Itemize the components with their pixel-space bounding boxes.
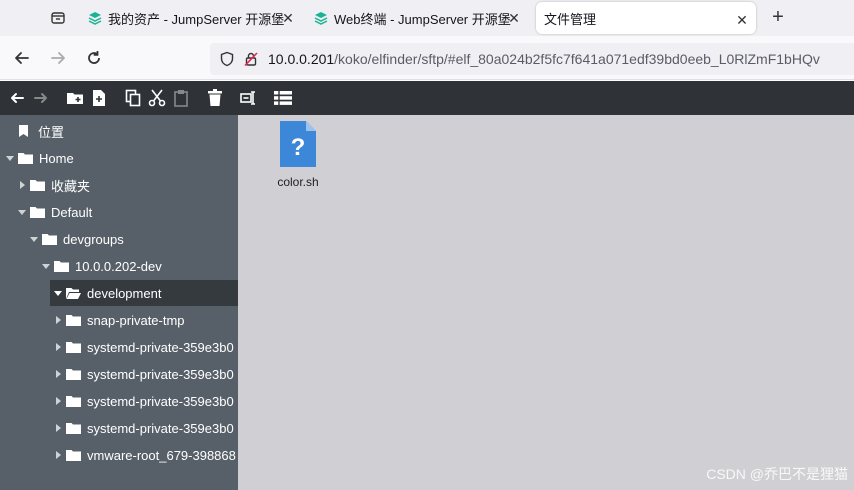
chevron-down-icon[interactable] — [30, 235, 38, 243]
tree-item-label: devgroups — [63, 231, 124, 247]
folder-icon — [66, 315, 81, 326]
open-folder-icon — [66, 288, 81, 299]
tree-item-label: systemd-private-359e3b0 — [87, 420, 234, 436]
tab-web-terminal[interactable]: Web终端 - JumpServer 开源堡 ✕ — [314, 0, 528, 36]
chevron-down-icon[interactable] — [54, 289, 62, 297]
folder-icon — [18, 153, 33, 164]
forward-icon[interactable] — [32, 89, 50, 107]
arrow-right-icon — [51, 52, 65, 64]
navigation-bar: 10.0.0.201/koko/elfinder/sftp/#elf_80a02… — [0, 36, 854, 80]
folder-icon — [66, 396, 81, 407]
url-bar[interactable]: 10.0.0.201/koko/elfinder/sftp/#elf_80a02… — [210, 43, 854, 75]
cut-icon[interactable] — [148, 89, 166, 107]
tree-item-default[interactable]: Default — [0, 199, 238, 225]
new-file-icon[interactable] — [90, 89, 108, 107]
tab-my-assets[interactable]: 我的资产 - JumpServer 开源堡 ✕ — [88, 0, 302, 36]
tree-item-systemd-private[interactable]: systemd-private-359e3b0 — [0, 415, 238, 441]
copy-icon[interactable] — [124, 89, 142, 107]
folder-icon — [66, 369, 81, 380]
sidebar-tree: 位置 Home 收藏夹 Default devgroups 10.0.0.202… — [0, 115, 238, 490]
trash-icon[interactable] — [206, 89, 224, 107]
url-text: 10.0.0.201/koko/elfinder/sftp/#elf_80a02… — [268, 51, 820, 67]
file-item[interactable]: ? color.sh — [268, 119, 328, 199]
chevron-down-icon[interactable] — [18, 208, 26, 216]
tree-item-label: 10.0.0.202-dev — [75, 258, 162, 274]
back-icon[interactable] — [8, 89, 26, 107]
chevron-right-icon[interactable] — [54, 316, 62, 324]
tree-item-snap-private-tmp[interactable]: snap-private-tmp — [0, 307, 238, 333]
tree-item-label: vmware-root_679-398868 — [87, 447, 236, 463]
tree-item-label: systemd-private-359e3b0 — [87, 393, 234, 409]
tab-file-manager[interactable]: 文件管理 ✕ — [536, 2, 756, 34]
new-tab-button[interactable]: + — [766, 6, 790, 30]
chevron-right-icon[interactable] — [54, 343, 62, 351]
tree-item-devgroups[interactable]: devgroups — [0, 226, 238, 252]
chevron-right-icon[interactable] — [54, 424, 62, 432]
new-folder-icon[interactable] — [66, 89, 84, 107]
back-button[interactable] — [12, 48, 32, 68]
svg-text:?: ? — [291, 134, 306, 161]
close-tab-icon[interactable]: ✕ — [506, 10, 522, 26]
arrow-left-icon — [15, 52, 29, 64]
places-header[interactable]: 位置 — [0, 118, 238, 144]
tree-item-development[interactable]: development — [50, 280, 238, 306]
tab-label: 我的资产 - JumpServer 开源堡 — [108, 11, 285, 27]
tab-overview-icon[interactable] — [44, 6, 72, 30]
tree-item-label: development — [87, 285, 162, 301]
tree-item-label: systemd-private-359e3b0 — [87, 339, 234, 355]
folder-icon — [30, 180, 45, 191]
file-list-area[interactable]: ? color.sh CSDN @乔巴不是狸猫 — [238, 115, 854, 490]
shield-icon[interactable] — [218, 50, 236, 68]
jumpserver-favicon-icon — [88, 12, 102, 25]
chevron-right-icon[interactable] — [18, 181, 26, 189]
close-tab-icon[interactable]: ✕ — [734, 12, 750, 28]
url-path: /koko/elfinder/sftp/#elf_80a024b2f5fc7f6… — [334, 51, 820, 67]
watermark-text: CSDN @乔巴不是狸猫 — [706, 466, 848, 482]
bookmark-icon — [19, 125, 28, 137]
tree-item-home[interactable]: Home — [0, 145, 238, 171]
folder-icon — [42, 234, 57, 245]
elfinder-toolbar — [0, 81, 854, 115]
tree-item-systemd-private[interactable]: systemd-private-359e3b0 — [0, 361, 238, 387]
tab-label: 文件管理 — [544, 11, 597, 27]
close-tab-icon[interactable]: ✕ — [280, 10, 296, 26]
forward-button[interactable] — [48, 48, 68, 68]
folder-icon — [66, 450, 81, 461]
reload-button[interactable] — [84, 48, 104, 68]
paste-icon[interactable] — [172, 89, 190, 107]
places-label: 位置 — [38, 124, 65, 140]
tab-label: Web终端 - JumpServer 开源堡 — [334, 11, 511, 27]
folder-icon — [30, 207, 45, 218]
tree-item-systemd-private[interactable]: systemd-private-359e3b0 — [0, 334, 238, 360]
folder-icon — [66, 423, 81, 434]
browser-tab-bar: 我的资产 - JumpServer 开源堡 ✕ Web终端 - JumpServ… — [0, 0, 854, 36]
chevron-down-icon[interactable] — [42, 262, 50, 270]
insecure-lock-icon[interactable] — [242, 50, 260, 68]
chevron-down-icon[interactable] — [6, 154, 14, 162]
chevron-right-icon[interactable] — [54, 370, 62, 378]
tree-item-label: Home — [39, 150, 74, 166]
jumpserver-favicon-icon — [314, 12, 328, 25]
tree-item-label: Default — [51, 204, 93, 220]
folder-icon — [54, 261, 69, 272]
unknown-file-icon: ? — [280, 121, 316, 167]
file-name: color.sh — [277, 175, 319, 189]
url-host: 10.0.0.201 — [268, 51, 335, 67]
tree-item-label: snap-private-tmp — [87, 312, 185, 328]
chevron-right-icon[interactable] — [54, 397, 62, 405]
rename-icon[interactable] — [240, 89, 258, 107]
tree-item-host[interactable]: 10.0.0.202-dev — [0, 253, 238, 279]
tree-item-systemd-private[interactable]: systemd-private-359e3b0 — [0, 388, 238, 414]
tree-item-label: 收藏夹 — [51, 178, 91, 194]
tree-item-label: systemd-private-359e3b0 — [87, 366, 234, 382]
reload-icon — [88, 51, 100, 64]
chevron-right-icon[interactable] — [54, 451, 62, 459]
folder-icon — [66, 342, 81, 353]
tree-item-vmware-root[interactable]: vmware-root_679-398868 — [0, 442, 238, 468]
list-view-icon[interactable] — [274, 89, 292, 107]
tree-item-favorites[interactable]: 收藏夹 — [0, 172, 238, 198]
